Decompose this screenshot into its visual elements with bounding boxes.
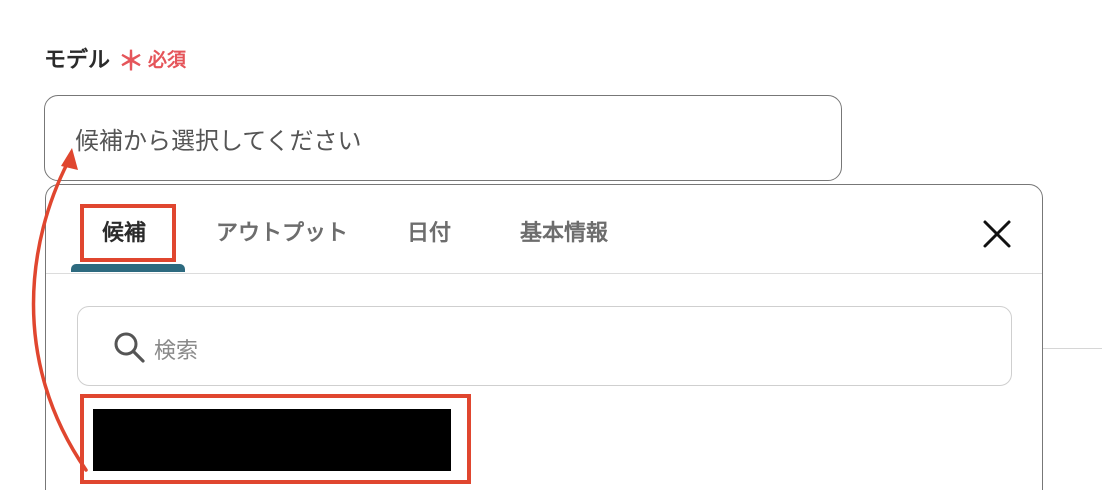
close-icon: [983, 220, 1011, 248]
tab-bar: 候補 アウトプット 日付 基本情報: [46, 185, 1042, 274]
search-icon: [114, 332, 145, 363]
tab-date[interactable]: 日付: [407, 215, 451, 247]
tab-basic-info[interactable]: 基本情報: [520, 215, 608, 247]
highlight-list-item: [80, 394, 471, 484]
select-placeholder: 候補から選択してください: [75, 126, 362, 155]
search-placeholder: 検索: [154, 339, 199, 364]
field-label-row: モデル ＊ 必須: [44, 42, 187, 77]
highlight-tab-candidates: [80, 204, 176, 262]
search-input[interactable]: 検索: [77, 306, 1012, 386]
tab-output[interactable]: アウトプット: [216, 215, 348, 247]
background-divider: [1042, 348, 1102, 349]
required-label: 必須: [148, 48, 187, 71]
form-screen: モデル ＊ 必須 候補から選択してください 候補 アウトプット 日付 基本情報: [0, 0, 1102, 490]
required-asterisk: ＊: [118, 47, 145, 77]
active-tab-indicator: [71, 264, 185, 272]
close-button[interactable]: [980, 217, 1014, 251]
model-select-input[interactable]: 候補から選択してください: [44, 95, 842, 181]
field-label: モデル: [44, 48, 111, 73]
